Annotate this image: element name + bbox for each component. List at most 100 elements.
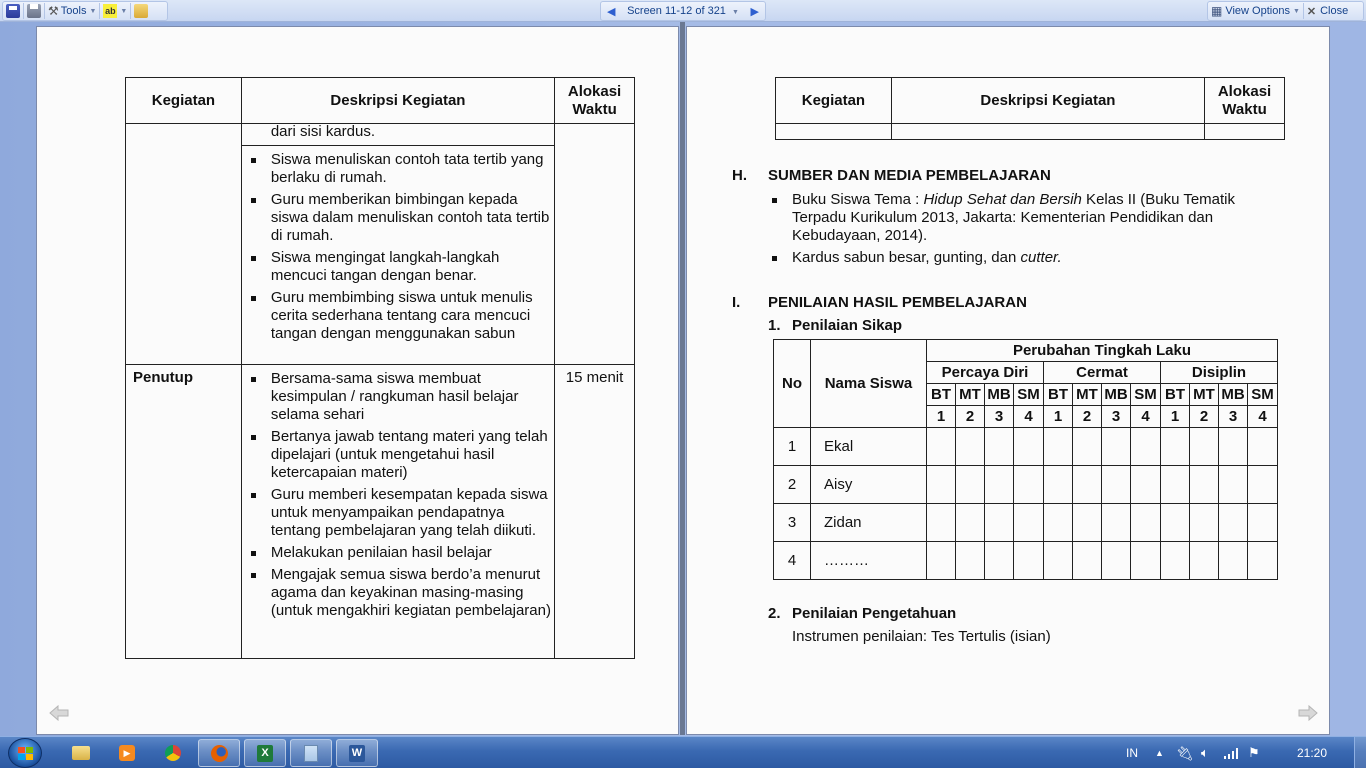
- power-icon[interactable]: 🔌︎: [1176, 737, 1194, 768]
- taskbar-media-player[interactable]: ▶: [106, 739, 148, 767]
- score-cell: [1072, 427, 1102, 466]
- kegiatan-cell-inti: [125, 123, 242, 365]
- score-cell: [1013, 465, 1044, 504]
- list-item: Siswa mengingat langkah-langkah mencuci …: [242, 249, 554, 285]
- score-cell: [926, 541, 956, 580]
- score-cell: [1189, 465, 1219, 504]
- clock[interactable]: 21:20: [1297, 737, 1327, 768]
- language-indicator[interactable]: IN: [1126, 737, 1138, 768]
- header-aspect: Percaya Diri: [926, 361, 1044, 384]
- tools-icon: ⚒: [48, 4, 59, 18]
- show-hidden-icons-button[interactable]: ▲: [1155, 737, 1164, 768]
- header-score: 4: [1247, 405, 1278, 428]
- score-cell: [984, 427, 1014, 466]
- header-aspect: Disiplin: [1160, 361, 1278, 384]
- screen-label: Screen 11-12 of 321: [627, 5, 726, 17]
- sumber-media-list: Buku Siswa Tema : Hidup Sehat dan Bersih…: [763, 191, 1263, 271]
- score-cell: [1247, 427, 1278, 466]
- score-cell: [1247, 465, 1278, 504]
- score-cell: [1218, 541, 1248, 580]
- score-cell: [1189, 541, 1219, 580]
- header-score: 3: [1101, 405, 1131, 428]
- taskbar-notepad[interactable]: [290, 739, 332, 767]
- new-comment-button[interactable]: [131, 2, 151, 20]
- activity-table-continued: Kegiatan Deskripsi Kegiatan Alokasi Wakt…: [775, 77, 1285, 140]
- score-cell: [984, 465, 1014, 504]
- taskbar-word[interactable]: W: [336, 739, 378, 767]
- taskbar-explorer[interactable]: [60, 739, 102, 767]
- score-cell: [1072, 465, 1102, 504]
- right-page: Kegiatan Deskripsi Kegiatan Alokasi Wakt…: [686, 26, 1330, 735]
- header-level: MB: [1101, 383, 1131, 406]
- next-page-arrow-icon[interactable]: [1298, 705, 1318, 721]
- tools-menu-button[interactable]: ⚒ Tools ▼: [45, 2, 99, 20]
- print-button[interactable]: [24, 2, 44, 20]
- word-icon: W: [349, 744, 365, 762]
- student-name: ………: [810, 541, 927, 580]
- view-options-button[interactable]: ▦ View Options ▼: [1208, 2, 1303, 20]
- notepad-icon: [304, 744, 318, 762]
- continuation-text: dari sisi kardus.: [240, 123, 556, 146]
- section-h-heading: H. SUMBER DAN MEDIA PEMBELAJARAN: [732, 167, 1051, 184]
- list-item: Bersama-sama siswa membuat kesimpulan / …: [242, 370, 554, 424]
- header-level: MT: [955, 383, 985, 406]
- windows-logo-icon: [18, 747, 33, 760]
- chevron-down-icon: ▼: [89, 7, 97, 15]
- header-alokasi: Alokasi Waktu: [1204, 77, 1285, 124]
- score-cell: [1160, 541, 1190, 580]
- score-cell: [955, 465, 985, 504]
- tools-label: Tools: [60, 5, 87, 17]
- taskbar-chrome[interactable]: [152, 739, 194, 767]
- list-item: Kardus sabun besar, gunting, dan cutter.: [763, 249, 1263, 267]
- close-button[interactable]: ✕ Close: [1304, 2, 1351, 20]
- score-cell: [1101, 503, 1131, 542]
- network-signal-icon[interactable]: [1224, 737, 1239, 768]
- action-center-flag-icon[interactable]: ⚑: [1248, 737, 1260, 768]
- score-cell: [926, 427, 956, 466]
- header-level: MB: [1218, 383, 1248, 406]
- start-button[interactable]: [8, 738, 42, 768]
- header-level: BT: [1160, 383, 1190, 406]
- empty-cell: [775, 123, 892, 140]
- penilaian-sikap-table: No Nama Siswa Perubahan Tingkah Laku Per…: [773, 339, 1278, 580]
- volume-icon[interactable]: 🔈︎: [1201, 737, 1209, 768]
- list-item: Melakukan penilaian hasil belajar: [242, 544, 554, 562]
- header-level: BT: [926, 383, 956, 406]
- alokasi-penutup: 15 menit: [554, 364, 635, 659]
- next-screen-button[interactable]: ▶: [745, 5, 765, 18]
- header-alokasi: Alokasi Waktu: [554, 77, 635, 124]
- show-desktop-button[interactable]: [1354, 737, 1366, 768]
- student-no: 1: [773, 427, 811, 466]
- save-button[interactable]: [3, 2, 23, 20]
- close-icon: ✕: [1306, 5, 1317, 18]
- print-icon: [27, 4, 41, 18]
- header-score: 4: [1130, 405, 1161, 428]
- score-cell: [1160, 503, 1190, 542]
- score-cell: [955, 541, 985, 580]
- header-deskripsi: Deskripsi Kegiatan: [240, 77, 556, 124]
- score-cell: [955, 427, 985, 466]
- taskbar-excel[interactable]: X: [244, 739, 286, 767]
- highlight-button[interactable]: ab ▼: [100, 2, 130, 20]
- student-name: Zidan: [810, 503, 927, 542]
- table-row: 3 Zidan: [773, 503, 1278, 542]
- list-item: Guru memberi kesempatan kepada siswa unt…: [242, 486, 554, 540]
- score-cell: [984, 541, 1014, 580]
- score-cell: [984, 503, 1014, 542]
- header-level: SM: [1013, 383, 1044, 406]
- previous-screen-button[interactable]: ◀: [601, 5, 621, 18]
- score-cell: [1130, 427, 1161, 466]
- header-level: MT: [1189, 383, 1219, 406]
- score-cell: [1130, 503, 1161, 542]
- score-cell: [1043, 427, 1073, 466]
- score-cell: [1101, 427, 1131, 466]
- inti-activity-list: Siswa menuliskan contoh tata tertib yang…: [242, 151, 554, 343]
- table-row: 4………: [773, 541, 1278, 580]
- screen-indicator[interactable]: Screen 11-12 of 321 ▼: [627, 5, 739, 17]
- score-cell: [955, 503, 985, 542]
- score-cell: [1043, 465, 1073, 504]
- header-level: SM: [1247, 383, 1278, 406]
- previous-page-arrow-icon[interactable]: [49, 705, 69, 721]
- taskbar-firefox[interactable]: [198, 739, 240, 767]
- student-no: 4: [773, 541, 811, 580]
